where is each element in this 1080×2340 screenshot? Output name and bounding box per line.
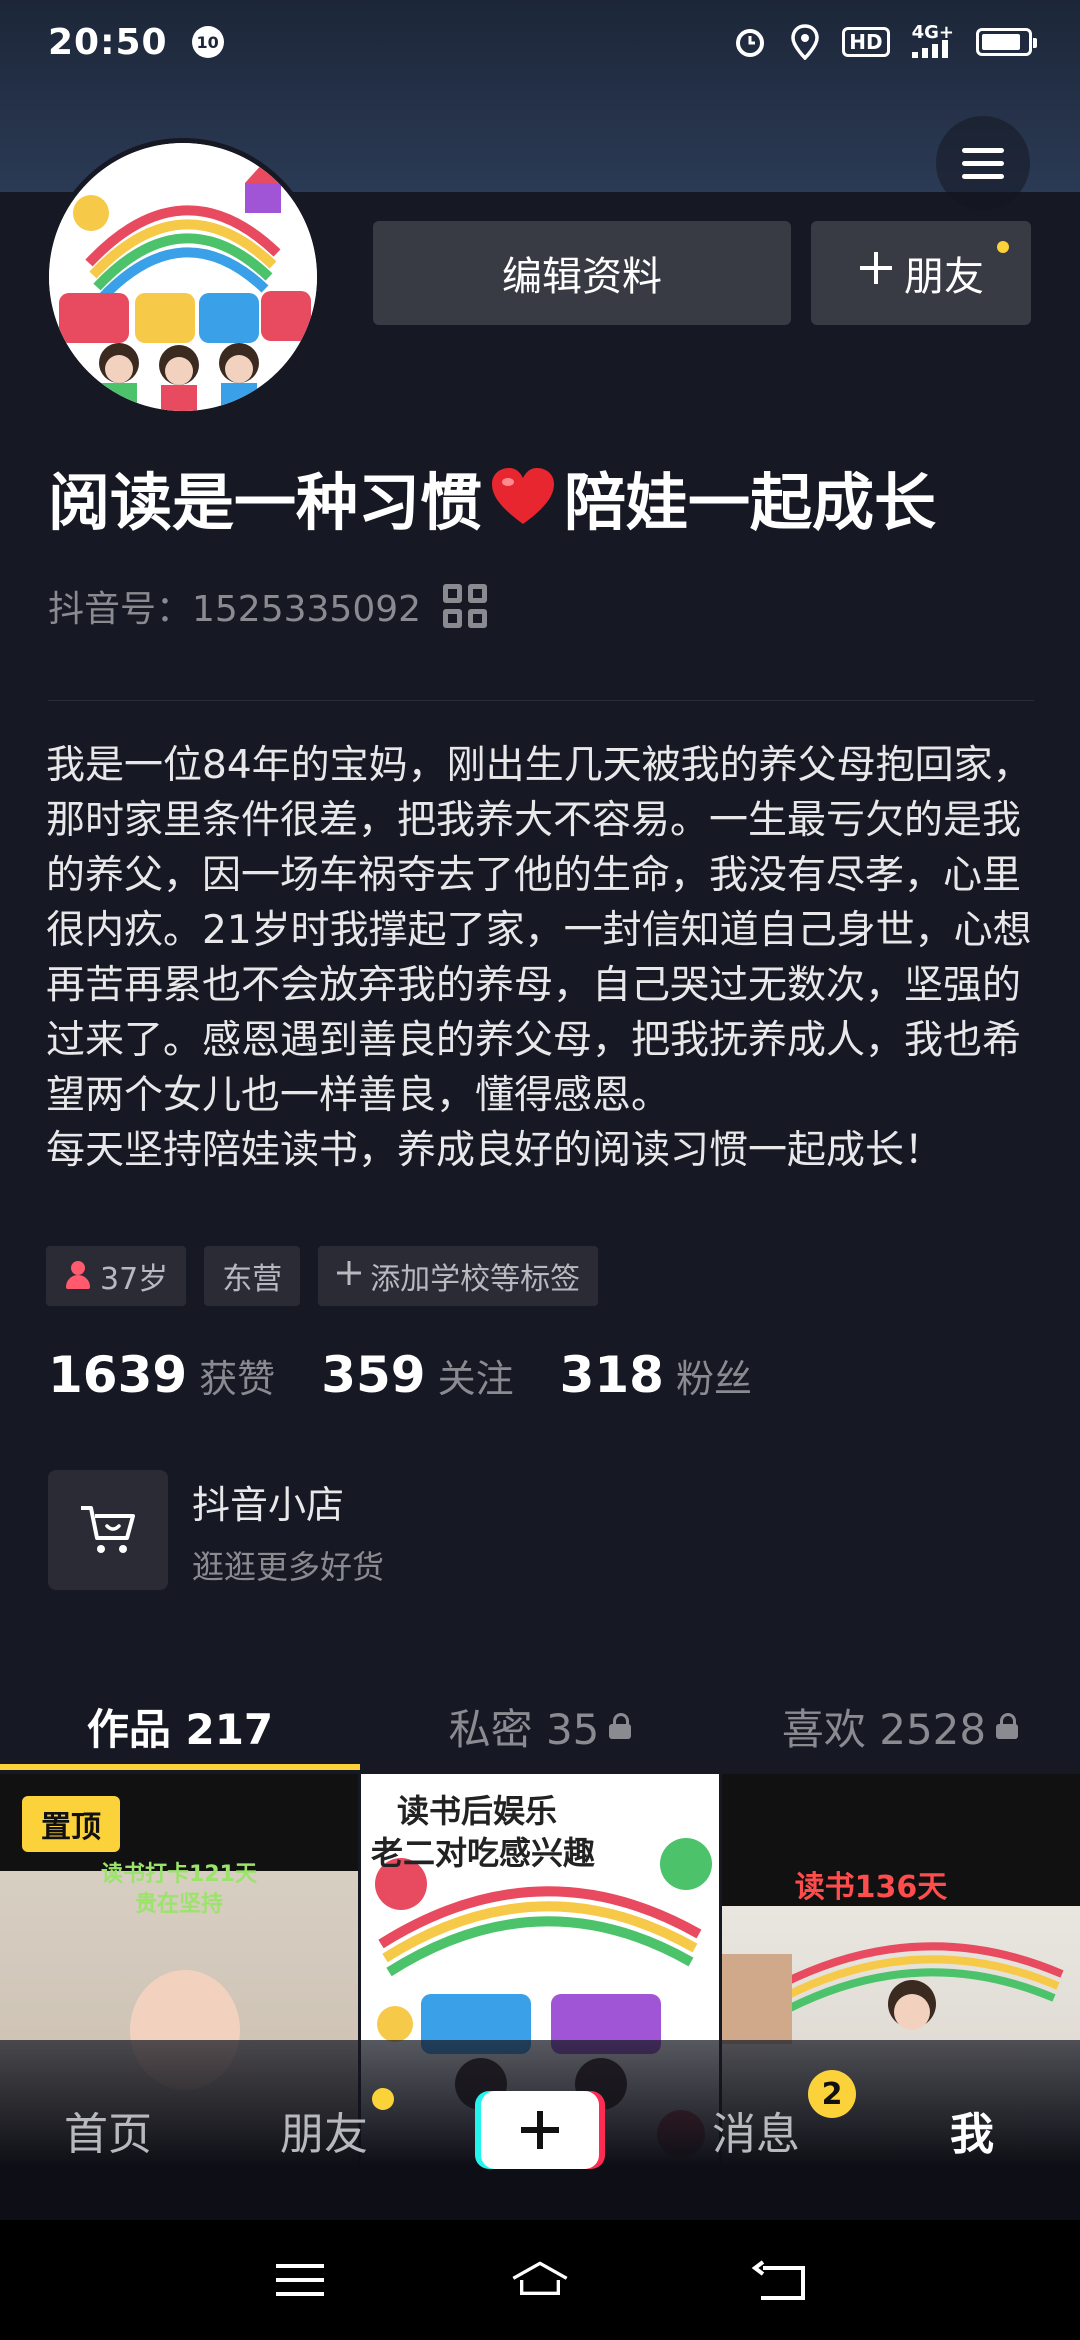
video-caption: 读书后娱乐 — [397, 1792, 558, 1830]
bio-paragraph: 我是一位84年的宝妈，刚出生几天被我的养父母抱回家，那时家里条件很差，把我养大不… — [46, 743, 1032, 1118]
messages-count-badge: 2 — [808, 2070, 856, 2118]
bio-paragraph: 每天坚持陪娃读书，养成良好的阅读习惯一起成长！ — [46, 1128, 944, 1173]
lock-icon — [609, 1713, 632, 1739]
plus-icon — [336, 1259, 362, 1294]
tab-private-label: 私密 35 — [448, 1704, 600, 1754]
nav-home[interactable]: 首页 — [0, 2040, 216, 2220]
add-friend-label: 朋友 — [904, 254, 984, 300]
menu-lines-icon — [276, 2264, 324, 2296]
fans-stat[interactable]: 318 粉丝 — [560, 1346, 752, 1404]
bio: 我是一位84年的宝妈，刚出生几天被我的养父母抱回家，那时家里条件很差，把我养大不… — [46, 738, 1034, 1178]
profile-tags: 37岁 东营 添加学校等标签 — [46, 1246, 599, 1306]
nav-messages[interactable]: 消息 2 — [648, 2040, 864, 2220]
following-label: 关注 — [437, 1357, 514, 1401]
plus-icon — [858, 250, 894, 296]
video-caption: 读书136天 — [794, 1870, 948, 1905]
tab-indicator — [0, 1764, 360, 1770]
home-button[interactable] — [510, 2250, 570, 2310]
profile-name: 阅读是一种习惯 陪娃一起成长 — [48, 452, 936, 542]
home-icon — [512, 2261, 568, 2295]
add-school-tag-button[interactable]: 添加学校等标签 — [318, 1246, 599, 1306]
nav-me-label: 我 — [950, 2109, 994, 2160]
cart-icon — [81, 1506, 135, 1553]
profile-name-part1: 阅读是一种习惯 — [48, 466, 483, 539]
status-bar: 20:50 10 HD 4G+ — [0, 0, 1080, 84]
edit-profile-button[interactable]: 编辑资料 — [373, 221, 791, 325]
douyin-id[interactable]: 抖音号：1525335092 — [48, 580, 488, 632]
network-type: 4G+ — [911, 22, 954, 43]
notification-count-badge: 10 — [191, 26, 224, 58]
add-friend-button[interactable]: 朋友 — [811, 221, 1031, 325]
fans-count: 318 — [559, 1346, 664, 1404]
city-tag: 东营 — [204, 1246, 301, 1306]
hd-icon: HD — [842, 27, 890, 57]
following-count: 359 — [321, 1346, 426, 1404]
shop-entry[interactable] — [48, 1470, 168, 1590]
douyin-id-text: 抖音号：1525335092 — [48, 589, 422, 630]
fans-label: 粉丝 — [675, 1357, 752, 1401]
nav-me[interactable]: 我 — [864, 2040, 1080, 2220]
content-tabs: 作品 217 私密 35 喜欢 2528 — [0, 1680, 1080, 1772]
profile-stats: 1639 获赞 359 关注 318 粉丝 — [48, 1346, 798, 1404]
tab-likes[interactable]: 喜欢 2528 — [720, 1680, 1080, 1772]
avatar[interactable] — [44, 138, 322, 416]
nav-friends[interactable]: 朋友 — [216, 2040, 432, 2220]
battery-icon — [976, 28, 1037, 56]
tab-works[interactable]: 作品 217 — [0, 1680, 360, 1772]
edit-profile-label: 编辑资料 — [502, 254, 662, 300]
likes-label: 获赞 — [199, 1357, 276, 1401]
profile-name-part2: 陪娃一起成长 — [564, 466, 937, 539]
back-button[interactable] — [750, 2250, 810, 2310]
age-tag: 37岁 — [46, 1246, 187, 1306]
recent-apps-button[interactable] — [270, 2250, 330, 2310]
alarm-icon — [732, 24, 768, 60]
tab-works-label: 作品 217 — [86, 1704, 274, 1754]
age-tag-label: 37岁 — [100, 1262, 169, 1297]
nav-friends-label: 朋友 — [280, 2109, 368, 2160]
nav-create[interactable] — [432, 2040, 648, 2220]
heart-icon — [492, 468, 555, 524]
notification-dot — [372, 2088, 394, 2110]
status-time: 20:50 — [48, 21, 168, 63]
likes-stat[interactable]: 1639 获赞 — [48, 1346, 275, 1404]
nav-home-label: 首页 — [64, 2109, 152, 2160]
tab-likes-label: 喜欢 2528 — [781, 1704, 987, 1754]
shop-subtitle: 逛逛更多好货 — [192, 1548, 385, 1586]
back-icon — [751, 2260, 805, 2300]
nav-messages-label: 消息 — [712, 2109, 800, 2160]
signal-icon: 4G+ — [911, 22, 954, 58]
system-navigation-bar — [0, 2220, 1080, 2340]
qr-code-icon[interactable] — [443, 584, 488, 628]
notification-dot — [997, 241, 1009, 253]
location-icon — [790, 24, 820, 60]
following-stat[interactable]: 359 关注 — [321, 1346, 513, 1404]
shop-title[interactable]: 抖音小店 — [192, 1474, 344, 1529]
video-caption: 老二对吃感兴趣 — [371, 1834, 596, 1872]
status-icons: HD 4G+ — [732, 22, 1037, 60]
bottom-navigation: 首页 朋友 消息 2 我 — [0, 2040, 1080, 2220]
menu-button[interactable] — [936, 116, 1030, 210]
pinned-badge: 置顶 — [22, 1796, 120, 1852]
hamburger-icon — [962, 147, 1004, 153]
likes-count: 1639 — [48, 1346, 188, 1404]
lock-icon — [996, 1713, 1019, 1739]
video-caption: 读书打卡121天 — [101, 1862, 257, 1887]
divider — [48, 700, 1034, 701]
create-plus-icon[interactable] — [481, 2091, 599, 2169]
add-school-tag-label: 添加学校等标签 — [370, 1262, 581, 1297]
video-caption: 贵在坚持 — [134, 1892, 223, 1917]
city-tag-label: 东营 — [222, 1262, 283, 1297]
tab-private[interactable]: 私密 35 — [360, 1680, 720, 1772]
person-icon — [64, 1261, 92, 1291]
